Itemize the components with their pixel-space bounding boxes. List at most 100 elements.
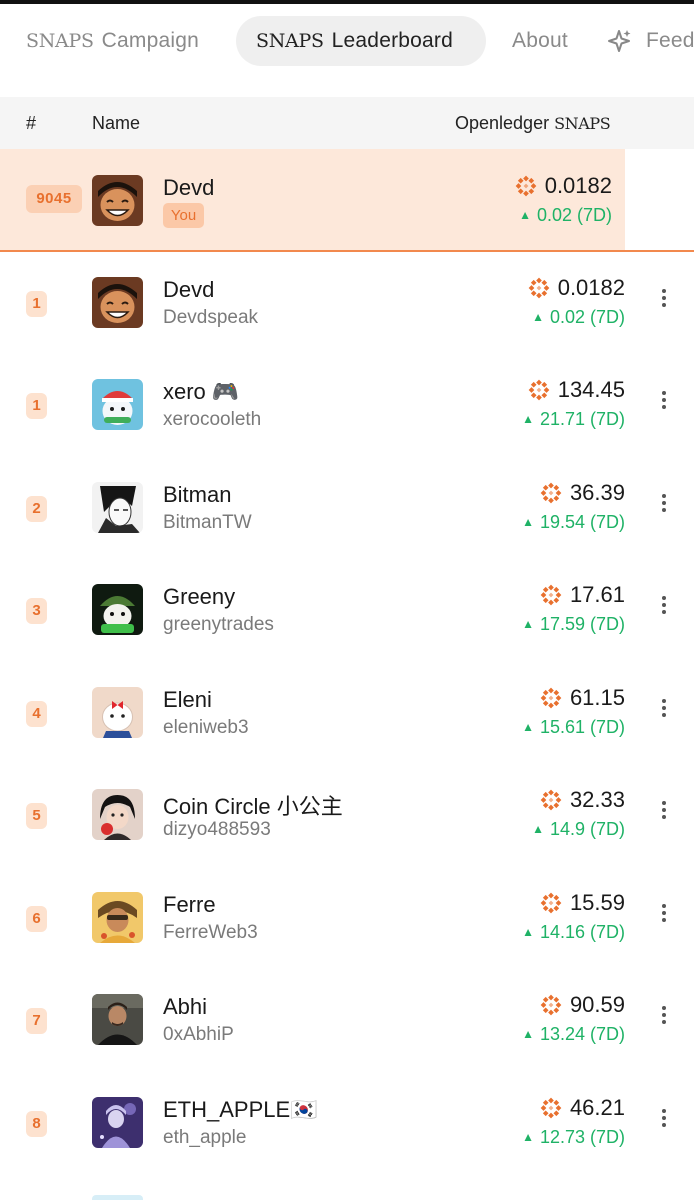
weekly-change: ▲ 0.02 (7D)	[532, 307, 625, 328]
header-snaps-prefix: Openledger	[455, 113, 550, 133]
weekly-change: ▲ 14.9 (7D)	[532, 819, 625, 840]
avatar	[92, 175, 143, 226]
table-row[interactable]: 6 Ferre FerreWeb3 15.59 ▲ 14.16 (7D)	[0, 866, 694, 968]
up-triangle-icon: ▲	[522, 412, 534, 426]
snaps-burst-icon	[515, 175, 537, 197]
tab-snaps-leaderboard[interactable]: SNAPS Leaderboard	[236, 16, 486, 66]
snaps-burst-icon	[540, 1097, 562, 1119]
avatar	[92, 892, 143, 943]
kebab-icon[interactable]	[658, 596, 670, 620]
current-user-row[interactable]: 9045 Devd You 0.0182 ▲ 0.02 (7D)	[0, 149, 625, 251]
snaps-score: 46.21	[539, 1095, 625, 1121]
kebab-icon[interactable]	[658, 391, 670, 415]
snaps-burst-icon	[528, 379, 550, 401]
up-triangle-icon: ▲	[522, 720, 534, 734]
up-triangle-icon: ▲	[532, 822, 544, 836]
delta-value: 21.71 (7D)	[539, 409, 625, 429]
user-handle[interactable]: FerreWeb3	[163, 922, 258, 944]
up-triangle-icon: ▲	[522, 617, 534, 631]
delta-value: 12.73 (7D)	[539, 1127, 625, 1147]
snaps-burst-icon	[528, 277, 550, 299]
tab-label: Campaign	[101, 29, 199, 52]
weekly-change: ▲ 0.02 (7D)	[519, 205, 612, 226]
header-snaps[interactable]: Openledger SNAPS	[455, 113, 625, 134]
user-handle[interactable]: greenytrades	[163, 614, 274, 636]
user-name: Devd	[163, 175, 215, 200]
user-name: Eleni	[163, 687, 212, 712]
snaps-score: 0.0182	[514, 173, 612, 199]
table-row[interactable]: 4 Eleni eleniweb3 61.15 ▲ 15.61 (7D)	[0, 661, 694, 763]
snaps-score: 61.15	[539, 685, 625, 711]
user-name: Greeny	[163, 584, 236, 609]
header-rank: #	[26, 113, 37, 133]
snaps-burst-icon	[540, 789, 562, 811]
tab-feed[interactable]: Feed	[606, 16, 694, 66]
up-triangle-icon: ▲	[522, 925, 534, 939]
rank-badge: 1	[26, 291, 47, 317]
header-name[interactable]: Name	[92, 113, 140, 134]
user-handle[interactable]: BitmanTW	[163, 512, 252, 534]
user-name: Ferre	[163, 892, 216, 917]
kebab-icon[interactable]	[658, 494, 670, 518]
rank-badge: 8	[26, 1111, 47, 1137]
delta-value: 0.02 (7D)	[549, 307, 625, 327]
weekly-change: ▲ 21.71 (7D)	[522, 409, 625, 430]
rank-badge: 5	[26, 803, 47, 829]
score-value: 17.61	[569, 582, 625, 607]
kebab-icon[interactable]	[658, 1109, 670, 1133]
score-value: 0.0182	[544, 173, 612, 198]
up-triangle-icon: ▲	[519, 208, 531, 222]
weekly-change: ▲ 13.24 (7D)	[522, 1024, 625, 1045]
user-handle[interactable]: eth_apple	[163, 1127, 246, 1149]
user-handle[interactable]: 0xAbhiP	[163, 1024, 234, 1046]
kebab-icon[interactable]	[658, 801, 670, 825]
user-handle[interactable]: dizyo488593	[163, 819, 271, 841]
kebab-icon[interactable]	[658, 289, 670, 313]
snaps-burst-icon	[540, 584, 562, 606]
sparkle-icon	[608, 30, 631, 52]
table-row[interactable]: 7 Abhi 0xAbhiP 90.59 ▲ 13.24 (7D)	[0, 968, 694, 1070]
weekly-change: ▲ 14.16 (7D)	[522, 922, 625, 943]
table-row[interactable]: 1 xero 🎮 xerocooleth 134.45 ▲ 21.71 (7D)	[0, 353, 694, 455]
table-row[interactable]: 3 Greeny greenytrades 17.61 ▲ 17.59 (7D)	[0, 558, 694, 660]
snaps-score: 0.0182	[527, 275, 625, 301]
snaps-burst-icon	[540, 482, 562, 504]
score-value: 15.59	[569, 890, 625, 915]
weekly-change: ▲ 17.59 (7D)	[522, 614, 625, 635]
delta-value: 14.9 (7D)	[549, 819, 625, 839]
kebab-icon[interactable]	[658, 904, 670, 928]
tab-about[interactable]: About	[512, 16, 568, 66]
table-row[interactable]: 5 Coin Circle 小公主 dizyo488593 32.33 ▲ 14.…	[0, 763, 694, 865]
table-header: # Name Openledger SNAPS	[0, 97, 694, 149]
avatar	[92, 687, 143, 738]
score-value: 61.15	[569, 685, 625, 710]
kebab-icon[interactable]	[658, 1006, 670, 1030]
up-triangle-icon: ▲	[522, 515, 534, 529]
table-row[interactable]: 1 Devd Devdspeak 0.0182 ▲ 0.02 (7D)	[0, 251, 694, 353]
delta-value: 15.61 (7D)	[539, 717, 625, 737]
table-row[interactable]: 8 ETH_APPLE🇰🇷 eth_apple 46.21 ▲ 12.73 (7D…	[0, 1071, 694, 1173]
kebab-icon[interactable]	[658, 699, 670, 723]
tab-snaps-word: SNAPS	[26, 30, 94, 52]
snaps-score: 134.45	[527, 377, 625, 403]
delta-value: 19.54 (7D)	[539, 512, 625, 532]
user-handle[interactable]: xerocooleth	[163, 409, 261, 431]
user-name: Devd	[163, 277, 215, 302]
user-handle[interactable]: eleniweb3	[163, 717, 249, 739]
user-handle[interactable]: Devdspeak	[163, 307, 258, 329]
score-value: 0.0182	[557, 275, 625, 300]
weekly-change: ▲ 15.61 (7D)	[522, 717, 625, 738]
snaps-burst-icon	[540, 994, 562, 1016]
rank-badge: 7	[26, 1008, 47, 1034]
avatar	[92, 379, 143, 430]
user-name: xero 🎮	[163, 379, 240, 404]
snaps-score: 15.59	[539, 890, 625, 916]
you-badge: You	[163, 203, 204, 228]
tab-label: Feed	[646, 29, 694, 52]
tab-snaps-campaign[interactable]: SNAPS Campaign	[26, 16, 199, 66]
delta-value: 17.59 (7D)	[539, 614, 625, 634]
score-value: 90.59	[569, 992, 625, 1017]
rank-badge: 2	[26, 496, 47, 522]
avatar	[92, 1097, 143, 1148]
table-row[interactable]: 2 Bitman BitmanTW 36.39 ▲ 19.54 (7D)	[0, 456, 694, 558]
